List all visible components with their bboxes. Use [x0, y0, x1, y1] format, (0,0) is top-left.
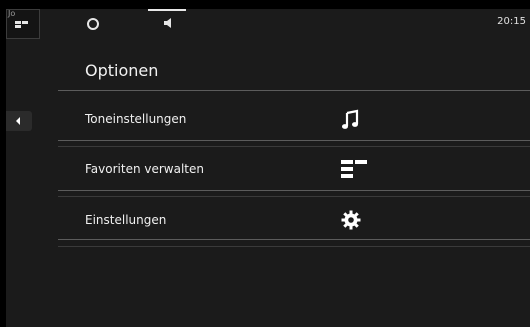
divider [58, 196, 530, 197]
divider [58, 146, 530, 147]
divider [58, 190, 530, 191]
menu-item-label: Einstellungen [85, 213, 167, 227]
speaker-icon[interactable] [163, 18, 173, 28]
divider [58, 90, 530, 91]
back-button[interactable] [6, 111, 32, 131]
chevron-left-icon [16, 117, 20, 125]
app-grid-button[interactable]: Jo [6, 9, 40, 39]
divider [58, 246, 530, 247]
status-bar: Jo 20:15 [6, 9, 530, 39]
divider [58, 239, 530, 240]
app-grid-icon [15, 21, 28, 28]
menu-item-label: Toneinstellungen [85, 112, 187, 126]
clock: 20:15 [497, 16, 526, 27]
music-note-icon [342, 109, 359, 129]
menu-item-label: Favoriten verwalten [85, 162, 204, 176]
menu-item-favoriten-verwalten[interactable]: Favoriten verwalten [58, 149, 530, 191]
menu-item-toneinstellungen[interactable]: Toneinstellungen [58, 99, 530, 141]
menu-item-einstellungen[interactable]: Einstellungen [58, 200, 530, 242]
options-screen: Jo 20:15 Optionen Toneinstellungen Favor… [6, 9, 530, 327]
page-title: Optionen [85, 61, 159, 80]
divider [58, 140, 530, 141]
gear-icon [341, 210, 361, 230]
ring-status-icon [87, 18, 99, 30]
speaker-tab-indicator [148, 9, 186, 11]
favorites-grid-icon [341, 160, 367, 178]
